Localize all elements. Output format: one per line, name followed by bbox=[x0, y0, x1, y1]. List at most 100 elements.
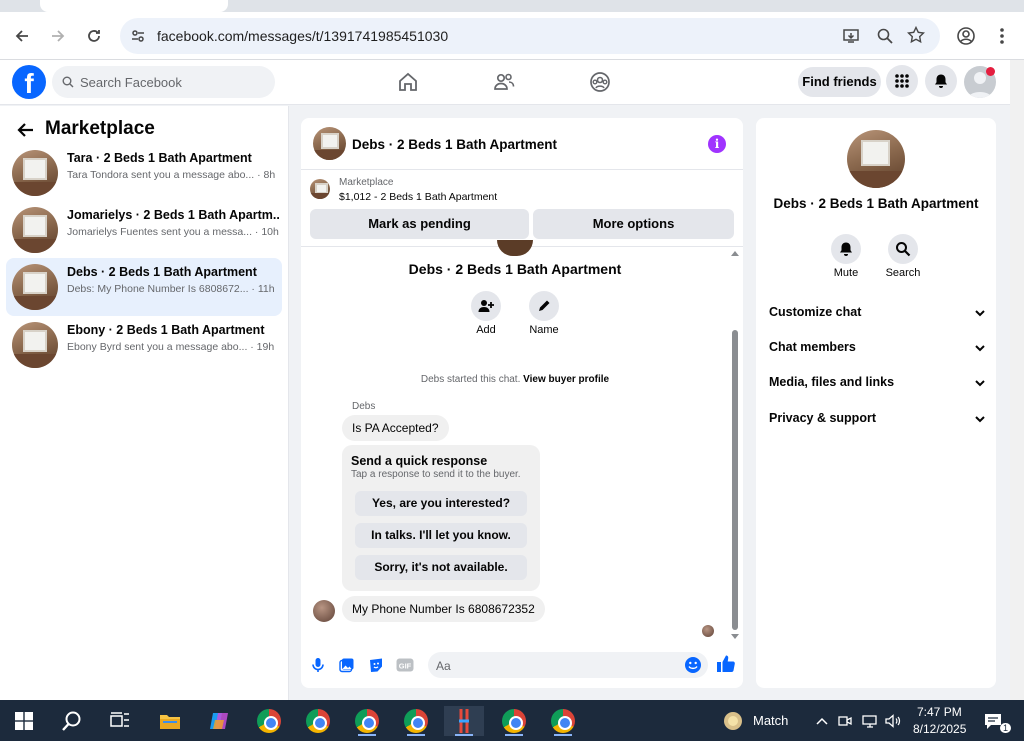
more-options-button[interactable]: More options bbox=[533, 209, 734, 239]
running-indicator bbox=[455, 734, 473, 736]
chrome-profile-icon[interactable] bbox=[548, 706, 578, 736]
search-conversation-icon[interactable] bbox=[888, 234, 918, 264]
conversation-item[interactable]: Tara · 2 Beds 1 Bath Apartment Tara Tond… bbox=[6, 144, 282, 202]
running-indicator bbox=[554, 734, 572, 736]
friends-icon[interactable] bbox=[492, 70, 516, 94]
listing-thumbnail[interactable] bbox=[310, 179, 330, 199]
chat-details-avatar[interactable] bbox=[847, 130, 905, 188]
address-bar[interactable]: facebook.com/messages/t/1391741985451030 bbox=[120, 18, 940, 54]
file-explorer-icon[interactable] bbox=[155, 706, 185, 736]
section-privacy-support[interactable]: Privacy & support bbox=[769, 411, 986, 431]
chat-pane: Debs · 2 Beds 1 Bath Apartment i Marketp… bbox=[301, 118, 743, 688]
menu-grid-icon[interactable] bbox=[886, 65, 918, 97]
reload-icon[interactable] bbox=[82, 24, 106, 48]
message-bubble[interactable]: My Phone Number Is 6808672352 bbox=[342, 596, 545, 622]
running-indicator bbox=[407, 734, 425, 736]
mark-as-pending-button[interactable]: Mark as pending bbox=[310, 209, 529, 239]
view-buyer-profile-link[interactable]: View buyer profile bbox=[523, 374, 609, 385]
photo-icon[interactable] bbox=[338, 656, 356, 674]
facebook-logo[interactable]: f bbox=[12, 65, 46, 99]
section-chat-members[interactable]: Chat members bbox=[769, 340, 986, 360]
conversation-item[interactable]: Jomarielys · 2 Beds 1 Bath Apartm... Jom… bbox=[6, 201, 282, 259]
edit-name-icon[interactable] bbox=[529, 291, 559, 321]
weather-widget-label[interactable]: Match bbox=[753, 713, 788, 728]
scroll-down-icon[interactable] bbox=[731, 634, 739, 640]
active-tab[interactable] bbox=[40, 0, 228, 12]
conversation-item-active[interactable]: Debs · 2 Beds 1 Bath Apartment Debs: My … bbox=[6, 258, 282, 316]
listing-price-title[interactable]: $1,012 - 2 Beds 1 Bath Apartment bbox=[339, 191, 497, 203]
back-arrow-icon[interactable] bbox=[16, 120, 36, 140]
chat-title[interactable]: Debs · 2 Beds 1 Bath Apartment bbox=[352, 137, 557, 152]
quick-response-subtitle: Tap a response to send it to the buyer. bbox=[351, 469, 521, 480]
back-icon[interactable] bbox=[10, 24, 34, 48]
search-label: Search bbox=[885, 267, 921, 279]
message-text: My Phone Number Is 6808672352 bbox=[352, 602, 535, 616]
microphone-icon[interactable] bbox=[309, 656, 327, 674]
weather-widget-icon[interactable] bbox=[718, 706, 748, 736]
chrome-profile-icon[interactable] bbox=[303, 706, 333, 736]
notifications-bell-icon[interactable] bbox=[925, 65, 957, 97]
marketplace-label: Marketplace bbox=[339, 177, 394, 188]
add-label: Add bbox=[476, 324, 496, 336]
scroll-up-icon[interactable] bbox=[731, 250, 739, 256]
info-icon[interactable]: i bbox=[708, 135, 726, 153]
groups-icon[interactable] bbox=[588, 70, 612, 94]
composer-placeholder: Aa bbox=[436, 659, 451, 673]
add-person-icon[interactable] bbox=[471, 291, 501, 321]
gif-icon[interactable]: GIF bbox=[396, 656, 414, 674]
meet-now-icon[interactable] bbox=[833, 706, 857, 736]
bookmark-star-icon[interactable] bbox=[906, 25, 926, 49]
scroll-thumb[interactable] bbox=[732, 330, 738, 630]
conversation-snippet: Jomarielys Fuentes sent you a messa... ·… bbox=[67, 226, 279, 238]
chrome-profile-icon[interactable] bbox=[499, 706, 529, 736]
home-icon[interactable] bbox=[396, 70, 420, 94]
quick-response-button[interactable]: Sorry, it's not available. bbox=[355, 555, 527, 580]
conversation-list-pane: Marketplace Tara · 2 Beds 1 Bath Apartme… bbox=[0, 106, 289, 700]
section-media-files-links[interactable]: Media, files and links bbox=[769, 375, 986, 395]
url-text[interactable]: facebook.com/messages/t/1391741985451030 bbox=[157, 28, 448, 44]
conversation-item[interactable]: Ebony · 2 Beds 1 Bath Apartment Ebony By… bbox=[6, 316, 282, 374]
search-placeholder: Search Facebook bbox=[80, 75, 182, 90]
copilot-icon[interactable] bbox=[204, 706, 234, 736]
like-thumbs-up-icon[interactable] bbox=[716, 654, 736, 674]
section-label: Privacy & support bbox=[769, 411, 876, 425]
chrome-profile-icon[interactable] bbox=[254, 706, 284, 736]
message-bubble[interactable]: Is PA Accepted? bbox=[342, 415, 449, 441]
page-scrollbar[interactable] bbox=[1010, 60, 1024, 700]
install-icon[interactable] bbox=[842, 27, 860, 50]
network-icon[interactable] bbox=[858, 706, 882, 736]
chevron-down-icon bbox=[975, 310, 985, 317]
sticker-icon[interactable] bbox=[367, 656, 385, 674]
browser-menu-icon[interactable] bbox=[990, 24, 1014, 48]
windows-start-icon[interactable] bbox=[9, 706, 39, 736]
chrome-profile-icon[interactable] bbox=[352, 706, 382, 736]
find-friends-button[interactable]: Find friends bbox=[798, 67, 881, 97]
mute-label: Mute bbox=[833, 267, 859, 279]
name-label: Name bbox=[529, 324, 559, 336]
emoji-icon[interactable] bbox=[684, 656, 702, 674]
mute-bell-icon[interactable] bbox=[831, 234, 861, 264]
volume-icon[interactable] bbox=[881, 706, 905, 736]
search-icon bbox=[62, 76, 74, 88]
message-input[interactable]: Aa bbox=[428, 652, 708, 678]
chat-avatar[interactable] bbox=[313, 127, 346, 160]
clock-time[interactable]: 7:47 PM bbox=[917, 705, 962, 719]
zoom-icon[interactable] bbox=[876, 27, 894, 50]
chrome-profile-icon[interactable] bbox=[401, 706, 431, 736]
site-settings-icon[interactable] bbox=[130, 28, 146, 44]
task-view-icon[interactable] bbox=[105, 706, 135, 736]
forward-icon[interactable] bbox=[46, 24, 70, 48]
section-customize-chat[interactable]: Customize chat bbox=[769, 305, 986, 325]
quick-response-button[interactable]: Yes, are you interested? bbox=[355, 491, 527, 516]
message-thread: Debs · 2 Beds 1 Bath Apartment Add Name … bbox=[301, 240, 743, 639]
facebook-search-input[interactable]: Search Facebook bbox=[52, 66, 275, 98]
sender-avatar[interactable] bbox=[313, 600, 335, 622]
chevron-down-icon bbox=[975, 345, 985, 352]
app-pinned-icon[interactable] bbox=[444, 706, 484, 736]
clock-date[interactable]: 8/12/2025 bbox=[913, 722, 966, 736]
profile-icon[interactable] bbox=[954, 24, 978, 48]
thread-scrollbar[interactable] bbox=[731, 251, 739, 639]
search-icon[interactable] bbox=[57, 706, 87, 736]
quick-response-card: Send a quick response Tap a response to … bbox=[342, 445, 540, 591]
quick-response-button[interactable]: In talks. I'll let you know. bbox=[355, 523, 527, 548]
